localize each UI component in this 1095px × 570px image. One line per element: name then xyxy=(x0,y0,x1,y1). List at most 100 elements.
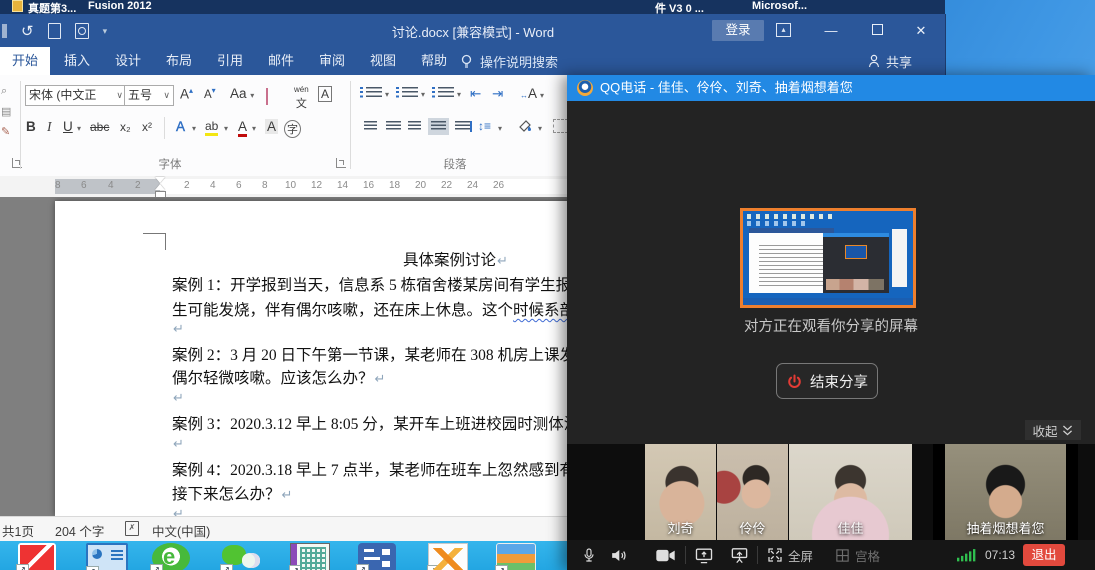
copy-icon[interactable]: ▤ xyxy=(1,105,11,118)
text-highlight-button[interactable]: ab xyxy=(205,119,218,136)
justify-icon[interactable] xyxy=(431,121,446,132)
numbering-icon[interactable] xyxy=(402,87,418,99)
tab-home[interactable]: 开始 xyxy=(0,47,50,75)
grid-view-button[interactable]: 宫格 xyxy=(835,544,880,566)
presentation-button[interactable] xyxy=(730,544,749,566)
tab-design[interactable]: 设计 xyxy=(103,47,153,75)
tab-layout[interactable]: 布局 xyxy=(154,47,204,75)
font-size-combo[interactable]: 五号∨ xyxy=(124,85,174,106)
align-right-icon[interactable] xyxy=(408,121,421,132)
fullscreen-button[interactable]: 全屏 xyxy=(767,544,813,566)
multilevel-list-icon[interactable] xyxy=(438,87,454,99)
tab-insert[interactable]: 插入 xyxy=(52,47,102,75)
doc-empty-line: ↵ xyxy=(172,435,184,453)
line-spacing-icon[interactable]: ↕≡ xyxy=(478,119,491,133)
close-button[interactable]: ✕ xyxy=(902,14,940,47)
maximize-button[interactable] xyxy=(858,14,896,47)
tab-references[interactable]: 引用 xyxy=(205,47,255,75)
character-shading-button[interactable]: A xyxy=(265,119,278,134)
video-tile[interactable]: 抽着烟想着您 xyxy=(933,444,1078,540)
text-effects-button[interactable]: A xyxy=(176,119,185,134)
bold-button[interactable]: B xyxy=(26,119,36,134)
minimize-button[interactable]: — xyxy=(812,14,850,47)
change-case-button[interactable]: Aa ▾ xyxy=(230,86,254,101)
shortcut-arrow-icon: ↗ xyxy=(86,566,99,570)
font-dialog-launcher[interactable] xyxy=(336,158,346,168)
clipboard-icon[interactable]: ⌕ xyxy=(1,85,7,98)
video-tile[interactable]: 佳佳 xyxy=(789,444,912,540)
tab-help[interactable]: 帮助 xyxy=(409,47,459,75)
print-preview-icon[interactable] xyxy=(75,23,89,39)
share-button[interactable]: 共享 xyxy=(868,47,912,75)
font-color-dropdown-icon[interactable]: ▾ xyxy=(252,124,256,133)
grow-font-button[interactable]: A▴ xyxy=(180,86,193,102)
align-left-icon[interactable] xyxy=(364,121,377,132)
line-spacing-dropdown-icon[interactable]: ▾ xyxy=(498,124,502,133)
background-window-titles: 真题第3... Fusion 2012 件 V3 0 ... Microsof.… xyxy=(0,0,945,14)
underline-dropdown-icon[interactable]: ▾ xyxy=(77,124,81,133)
qat-dropdown-icon[interactable]: ▾ xyxy=(103,26,108,37)
notebook-app-shortcut-icon[interactable]: ↗ xyxy=(290,543,330,570)
language-indicator[interactable]: 中文(中国) xyxy=(152,521,210,540)
bullets-dropdown-icon[interactable]: ▾ xyxy=(385,90,389,99)
ribbon-display-options-icon[interactable]: ▴ xyxy=(776,23,791,37)
collapse-videos-button[interactable]: 收起 xyxy=(1025,420,1081,440)
xmind-shortcut-icon[interactable]: ↗ xyxy=(428,543,468,570)
character-border-button[interactable]: A xyxy=(318,86,332,102)
borders-icon[interactable] xyxy=(553,119,568,133)
italic-button[interactable]: I xyxy=(47,119,52,135)
login-button[interactable]: 登录 xyxy=(712,20,764,41)
microphone-button[interactable] xyxy=(581,544,597,566)
page-count[interactable]: 共1页 xyxy=(2,521,34,540)
phonetic-guide-button[interactable]: wén文 xyxy=(294,83,309,111)
browser-shortcut-icon[interactable]: ↗ xyxy=(152,543,190,570)
shading-dropdown-icon[interactable]: ▾ xyxy=(538,124,542,133)
tab-review[interactable]: 审阅 xyxy=(307,47,357,75)
clear-formatting-icon[interactable] xyxy=(266,89,268,104)
stack-app-shortcut-icon[interactable]: ↗ xyxy=(496,543,536,570)
indent-markers[interactable] xyxy=(154,176,167,197)
margin-crop-mark xyxy=(143,233,166,250)
bullets-icon[interactable] xyxy=(366,87,382,99)
asian-layout-button[interactable]: ↔A ▾ xyxy=(520,86,544,101)
strikethrough-button[interactable]: abc xyxy=(90,120,109,134)
end-share-button[interactable]: 结束分享 xyxy=(776,363,878,399)
increase-indent-icon[interactable]: ⇥ xyxy=(492,86,503,102)
background-window-tab[interactable]: Microsof... xyxy=(752,0,807,12)
exit-call-button[interactable]: 退出 xyxy=(1023,544,1065,566)
report-app-shortcut-icon[interactable]: ↗ xyxy=(86,543,128,570)
proofing-icon[interactable]: ✗ xyxy=(125,521,139,536)
distribute-icon[interactable] xyxy=(455,121,472,132)
underline-button[interactable]: U xyxy=(63,119,73,134)
highlight-dropdown-icon[interactable]: ▾ xyxy=(224,124,228,133)
word-count[interactable]: 204 个字 xyxy=(55,521,104,540)
multilevel-dropdown-icon[interactable]: ▾ xyxy=(457,90,461,99)
new-document-icon[interactable] xyxy=(48,23,61,39)
text-effects-dropdown-icon[interactable]: ▾ xyxy=(192,124,196,133)
video-tile[interactable]: 刘奇 xyxy=(645,444,716,540)
subscript-button[interactable]: x₂ xyxy=(120,120,131,134)
screen-share-button[interactable] xyxy=(694,544,714,566)
superscript-button[interactable]: x² xyxy=(142,120,152,134)
align-center-icon[interactable] xyxy=(386,121,401,132)
flowchart-app-shortcut-icon[interactable]: ↗ xyxy=(358,543,396,570)
tell-me-search[interactable]: 操作说明搜索 xyxy=(460,47,558,75)
decrease-indent-icon[interactable]: ⇤ xyxy=(470,86,481,102)
background-window-tab[interactable]: Fusion 2012 xyxy=(88,0,152,12)
undo-icon[interactable]: ↺ xyxy=(21,22,34,40)
numbering-dropdown-icon[interactable]: ▾ xyxy=(421,90,425,99)
shrink-font-button[interactable]: A▾ xyxy=(204,86,216,101)
camera-button[interactable] xyxy=(655,544,676,566)
format-painter-icon[interactable]: ✎ xyxy=(1,125,10,138)
shading-icon[interactable] xyxy=(518,118,533,132)
save-icon[interactable] xyxy=(2,24,7,38)
fusion-shortcut-icon[interactable]: ↗ xyxy=(18,543,56,570)
wechat-shortcut-icon[interactable]: ↗ xyxy=(222,543,260,570)
video-tile[interactable]: 伶伶 xyxy=(717,444,788,540)
speaker-button[interactable] xyxy=(609,544,628,566)
tab-mailings[interactable]: 邮件 xyxy=(256,47,306,75)
font-name-combo[interactable]: 宋体 (中文正∨ xyxy=(25,85,127,106)
enclose-characters-button[interactable]: 字 xyxy=(284,120,301,138)
tab-view[interactable]: 视图 xyxy=(358,47,408,75)
font-color-button[interactable]: A xyxy=(238,119,247,137)
